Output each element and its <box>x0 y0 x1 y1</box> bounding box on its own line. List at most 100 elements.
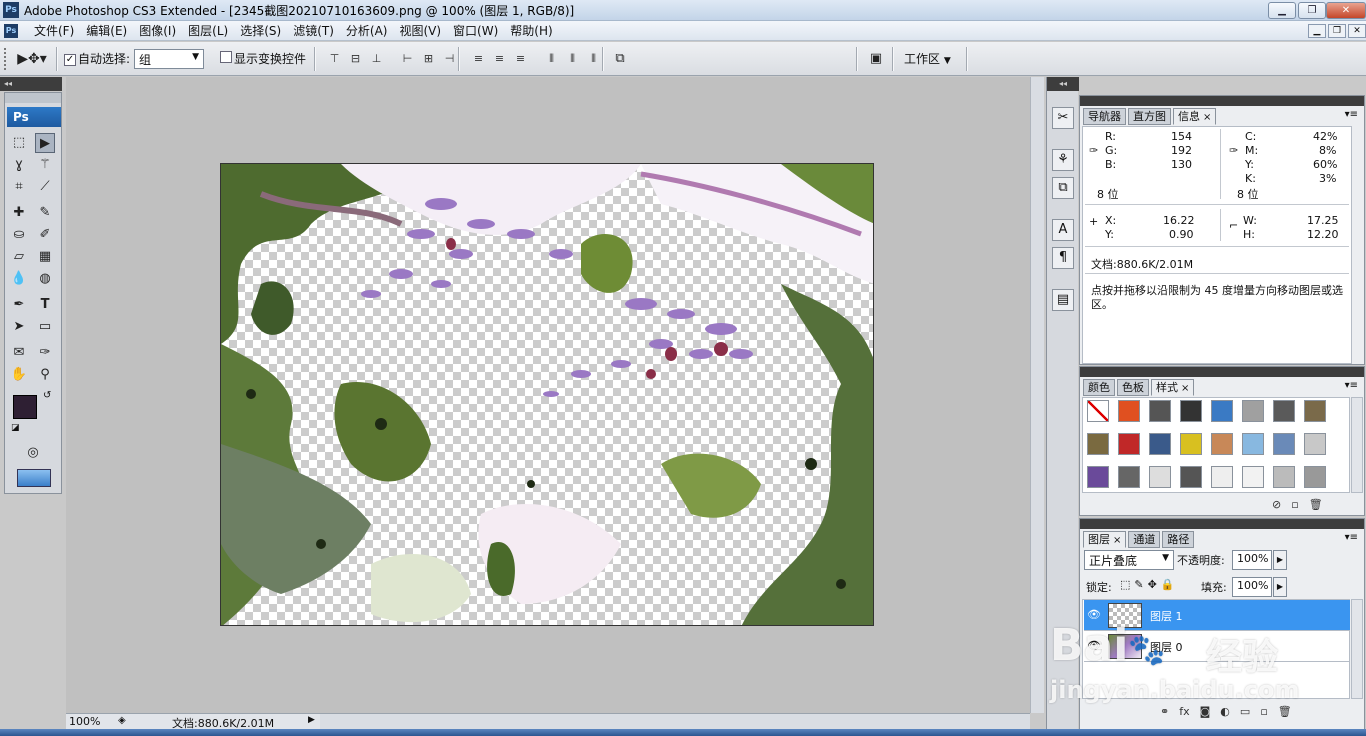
layers-scrollbar[interactable] <box>1351 599 1363 699</box>
crop-tool-icon[interactable]: ⌗ <box>9 177 29 197</box>
doc-close-button[interactable]: ✕ <box>1348 24 1366 38</box>
screen-mode-icon[interactable] <box>17 469 51 487</box>
align-vcenter-icon[interactable]: ⊟ <box>347 51 364 67</box>
layer-comps-icon[interactable]: ▤ <box>1052 289 1074 311</box>
menu-item[interactable]: 窗口(W) <box>447 23 504 39</box>
style-swatch[interactable] <box>1242 466 1264 488</box>
tab-layers[interactable]: 图层 × <box>1083 531 1127 548</box>
eraser-tool-icon[interactable]: ▱ <box>9 247 29 267</box>
doc-restore-button[interactable]: ❐ <box>1328 24 1346 38</box>
layer-style-icon[interactable]: fx <box>1179 705 1189 718</box>
style-swatch[interactable] <box>1273 400 1295 422</box>
menu-item[interactable]: 视图(V) <box>393 23 447 39</box>
opacity-slider-button[interactable]: ▶ <box>1273 550 1287 570</box>
dodge-tool-icon[interactable]: ◍ <box>35 269 55 289</box>
foreground-color-swatch[interactable] <box>13 395 37 419</box>
panel-header[interactable] <box>1080 519 1364 529</box>
style-swatch[interactable] <box>1211 400 1233 422</box>
style-swatch[interactable] <box>1211 466 1233 488</box>
blend-mode-dropdown[interactable]: 正片叠底 ▼ <box>1084 550 1174 570</box>
auto-select-checkbox[interactable]: ✓ <box>64 51 76 66</box>
menu-item[interactable]: 编辑(E) <box>80 23 133 39</box>
panel-header[interactable] <box>1080 367 1364 377</box>
style-swatch[interactable] <box>1304 400 1326 422</box>
hand-tool-icon[interactable]: ✋ <box>9 365 29 385</box>
shape-tool-icon[interactable]: ▭ <box>35 317 55 337</box>
align-top-icon[interactable]: ⊤ <box>326 51 343 67</box>
panel-strip-handle[interactable]: ◂◂ <box>1047 77 1079 91</box>
new-group-icon[interactable]: ▭ <box>1240 705 1250 718</box>
align-right-icon[interactable]: ⊣ <box>441 51 458 67</box>
toolbox-logo[interactable]: Ps <box>7 107 61 127</box>
clear-style-icon[interactable]: ⊘ <box>1272 498 1281 511</box>
panel-menu-icon[interactable]: ▾≡ <box>1345 380 1358 391</box>
style-swatch[interactable] <box>1273 433 1295 455</box>
show-transform-checkbox[interactable] <box>220 51 232 66</box>
style-swatch[interactable] <box>1242 400 1264 422</box>
style-swatch[interactable] <box>1149 433 1171 455</box>
tab-navigator[interactable]: 导航器 <box>1083 108 1126 125</box>
menu-item[interactable]: 帮助(H) <box>504 23 558 39</box>
lock-icons[interactable]: ⬚✎✥🔒 <box>1120 578 1179 591</box>
options-grip[interactable] <box>4 48 8 70</box>
path-selection-icon[interactable]: ➤ <box>9 317 29 337</box>
paragraph-icon[interactable]: ¶ <box>1052 247 1074 269</box>
healing-brush-icon[interactable]: ✚ <box>9 203 29 223</box>
document-icon[interactable]: Ps <box>4 24 18 38</box>
distribute-vcenter-icon[interactable]: ≡ <box>491 51 508 67</box>
workspace-dropdown[interactable]: 工作区 ▼ <box>904 50 951 67</box>
close-icon[interactable]: × <box>1181 383 1189 394</box>
pen-tool-icon[interactable]: ✒ <box>9 295 29 315</box>
menu-item[interactable]: 分析(A) <box>340 23 394 39</box>
style-swatch[interactable] <box>1242 433 1264 455</box>
minimize-button[interactable]: ▁ <box>1268 2 1296 19</box>
panel-header[interactable] <box>1080 96 1364 106</box>
link-layers-icon[interactable]: ⚭ <box>1160 705 1169 718</box>
distribute-hcenter-icon[interactable]: ⦀ <box>564 51 581 67</box>
maximize-button[interactable]: ❐ <box>1298 2 1326 19</box>
bridge-icon[interactable]: ▣ <box>864 49 888 69</box>
layer-mask-icon[interactable]: ◙ <box>1200 705 1211 718</box>
brushes-icon[interactable]: ⚘ <box>1052 149 1074 171</box>
doc-minimize-button[interactable]: ▁ <box>1308 24 1326 38</box>
status-preview-icon[interactable]: ◈ <box>118 715 126 726</box>
move-tool-preset-icon[interactable]: ▶✥▾ <box>14 49 50 69</box>
style-swatch[interactable] <box>1211 433 1233 455</box>
styles-scrollbar[interactable] <box>1351 397 1363 493</box>
style-swatch[interactable] <box>1273 466 1295 488</box>
quick-mask-icon[interactable]: ◎ <box>23 443 43 463</box>
tab-swatches[interactable]: 色板 <box>1117 379 1149 396</box>
menu-item[interactable]: 图层(L) <box>182 23 234 39</box>
swap-colors-icon[interactable]: ↺ <box>43 390 51 401</box>
delete-style-icon[interactable]: 🗑 <box>1309 498 1323 511</box>
style-swatch[interactable] <box>1304 466 1326 488</box>
menu-item[interactable]: 选择(S) <box>234 23 287 39</box>
tab-styles[interactable]: 样式 × <box>1151 379 1195 396</box>
new-layer-icon[interactable]: ▫ <box>1260 705 1267 718</box>
fill-slider-button[interactable]: ▶ <box>1273 577 1287 597</box>
style-swatch[interactable] <box>1149 400 1171 422</box>
align-hcenter-icon[interactable]: ⊞ <box>420 51 437 67</box>
new-style-icon[interactable]: ▫ <box>1291 498 1298 511</box>
zoom-tool-icon[interactable]: ⚲ <box>35 365 55 385</box>
style-swatch[interactable] <box>1118 400 1140 422</box>
style-swatch[interactable] <box>1180 433 1202 455</box>
menu-item[interactable]: 文件(F) <box>28 23 80 39</box>
type-tool-icon[interactable]: T <box>35 295 55 315</box>
align-left-icon[interactable]: ⊢ <box>399 51 416 67</box>
close-icon[interactable]: × <box>1113 535 1121 546</box>
style-swatch[interactable] <box>1118 433 1140 455</box>
tab-channels[interactable]: 通道 <box>1128 531 1161 548</box>
clone-stamp-icon[interactable]: ⛀ <box>9 225 29 245</box>
marquee-tool-icon[interactable]: ⬚ <box>9 133 29 153</box>
close-icon[interactable]: × <box>1203 112 1211 123</box>
tab-paths[interactable]: 路径 <box>1162 531 1195 548</box>
move-tool-icon[interactable]: ▶ <box>35 133 55 153</box>
default-colors-icon[interactable]: ◪ <box>11 423 20 433</box>
distribute-left-icon[interactable]: ⦀ <box>543 51 560 67</box>
style-swatch[interactable] <box>1149 466 1171 488</box>
tab-histogram[interactable]: 直方图 <box>1128 108 1171 125</box>
distribute-bottom-icon[interactable]: ≡ <box>512 51 529 67</box>
distribute-right-icon[interactable]: ⦀ <box>585 51 602 67</box>
gradient-tool-icon[interactable]: ▦ <box>35 247 55 267</box>
